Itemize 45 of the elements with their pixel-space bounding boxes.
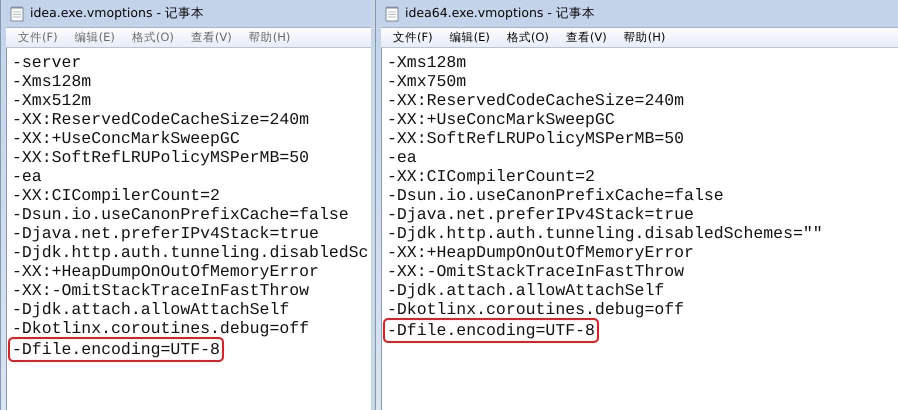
text-line: -Djdk.http.auth.tunneling.disabledSc (11, 243, 370, 262)
window-title: idea64.exe.vmoptions - 记事本 (405, 5, 595, 22)
menu-item[interactable]: 编辑(E) (74, 30, 115, 45)
text-line: -ea (11, 167, 43, 186)
menu-item[interactable]: 查看(V) (566, 30, 607, 45)
text-line: -Dkotlinx.coroutines.debug=off (11, 319, 310, 338)
menu-item[interactable]: 查看(V) (190, 30, 232, 45)
menu-item[interactable]: 文件(F) (18, 30, 58, 45)
menu-item[interactable]: 帮助(H) (248, 30, 290, 45)
menu-item[interactable]: 格式(O) (132, 30, 174, 45)
menu-item[interactable]: 文件(F) (393, 30, 433, 45)
text-line: -XX:-OmitStackTraceInFastThrow (11, 281, 310, 300)
notepad-icon (10, 6, 24, 22)
text-line: -Dkotlinx.coroutines.debug=off (386, 300, 686, 319)
notepad-icon (385, 6, 399, 22)
text-line: -Djava.net.preferIPv4Stack=true (11, 224, 320, 243)
text-line: -Djdk.http.auth.tunneling.disabledSchemes="" (386, 224, 824, 243)
text-line: -Xmx750m (386, 72, 468, 91)
text-line: -Dfile.encoding=UTF-8 (386, 321, 596, 340)
text-line: -Dsun.io.useCanonPrefixCache=false (11, 205, 350, 224)
text-line: -XX:CICompilerCount=2 (386, 167, 596, 186)
window-title: idea.exe.vmoptions - 记事本 (30, 5, 204, 22)
text-line: -Dsun.io.useCanonPrefixCache=false (386, 186, 725, 205)
text-line: -XX:CICompilerCount=2 (11, 186, 221, 205)
menu-item[interactable]: 格式(O) (506, 30, 549, 45)
text-line: -ea (386, 148, 418, 167)
menu-item[interactable]: 编辑(E) (450, 30, 490, 45)
text-line: -Xmx512m (11, 91, 92, 110)
text-line: -Xms128m (386, 53, 468, 72)
text-line: -XX:SoftRefLRUPolicyMSPerMB=50 (11, 148, 310, 167)
text-line: -XX:ReservedCodeCacheSize=240m (11, 110, 310, 129)
text-line: -XX:+HeapDumpOnOutOfMemoryError (386, 243, 695, 262)
text-line: -Djdk.attach.allowAttachSelf (11, 300, 290, 319)
text-line: -XX:+UseConcMarkSweepGC (386, 110, 616, 129)
text-line: -XX:-OmitStackTraceInFastThrow (386, 262, 686, 281)
text-line: -XX:+UseConcMarkSweepGC (11, 129, 241, 148)
text-line: -Djdk.attach.allowAttachSelf (386, 281, 666, 300)
text-line: -XX:ReservedCodeCacheSize=240m (386, 91, 686, 110)
text-line: -Xms128m (11, 72, 92, 91)
text-line: -server (11, 53, 82, 72)
text-line: -Djava.net.preferIPv4Stack=true (386, 205, 695, 224)
text-line: -Dfile.encoding=UTF-8 (11, 340, 221, 359)
text-line: -XX:SoftRefLRUPolicyMSPerMB=50 (386, 129, 686, 148)
menu-item[interactable]: 帮助(H) (624, 30, 666, 45)
text-line: -XX:+HeapDumpOnOutOfMemoryError (11, 262, 320, 281)
